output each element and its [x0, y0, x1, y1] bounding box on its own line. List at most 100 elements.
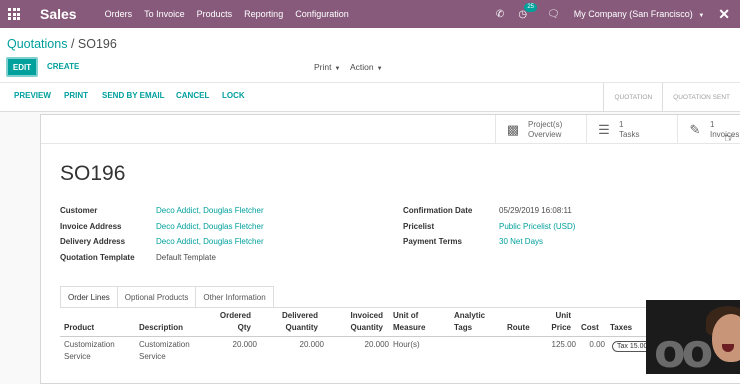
- activity-count-badge: 25: [524, 2, 537, 12]
- preview-button[interactable]: PREVIEW: [14, 91, 51, 100]
- presenter-face: [712, 314, 740, 362]
- tasks-button[interactable]: ☰ 1 Tasks: [586, 115, 677, 144]
- pencil-square-icon: ✎: [689, 121, 701, 137]
- close-icon[interactable]: ✕: [718, 6, 730, 23]
- row-cost[interactable]: 0.00: [581, 339, 605, 351]
- row-product-line1: Customization: [64, 340, 115, 349]
- app-name[interactable]: Sales: [40, 6, 77, 22]
- col-description[interactable]: Description: [139, 322, 183, 334]
- activity-icon[interactable]: ◷ 25: [518, 2, 537, 20]
- puzzle-icon: ▩: [506, 121, 520, 137]
- mouse-cursor-icon: ☞: [724, 131, 735, 145]
- row-uom[interactable]: Hour(s): [393, 339, 420, 351]
- col-ordered-qty-line1: Ordered: [219, 311, 251, 320]
- tab-order-lines[interactable]: Order Lines: [60, 286, 118, 307]
- row-description-line1: Customization: [139, 340, 190, 349]
- row-product[interactable]: Customization Service: [64, 339, 115, 363]
- project-label: Project(s): [528, 119, 563, 129]
- row-unit-price[interactable]: 125.00: [541, 339, 576, 351]
- menu-configuration[interactable]: Configuration: [295, 9, 349, 19]
- menu-products[interactable]: Products: [197, 9, 233, 19]
- top-navbar: Sales Orders To Invoice Products Reporti…: [0, 0, 740, 28]
- col-invoiced-qty-line1: Invoiced: [350, 311, 383, 320]
- row-invoiced-qty[interactable]: 20.000: [338, 339, 389, 351]
- stage-quotation-sent[interactable]: QUOTATION SENT: [662, 83, 740, 111]
- row-delivered-qty[interactable]: 20.000: [273, 339, 324, 351]
- form-sheet: ▩ Project(s) Overview ☰ 1 Tasks ✎ 1 Invoice…: [40, 114, 740, 384]
- col-ordered-qty[interactable]: Ordered Qty: [211, 310, 251, 334]
- col-invoiced-qty-line2: Quantity: [350, 323, 383, 332]
- webcam-logo: oo: [654, 324, 713, 374]
- tab-other-information[interactable]: Other Information: [196, 286, 274, 307]
- row-ordered-qty[interactable]: 20.000: [211, 339, 257, 351]
- col-analytic-line2: Tags: [454, 323, 473, 332]
- apps-menu-icon[interactable]: [0, 0, 28, 28]
- chevron-down-icon: ▼: [376, 66, 383, 72]
- col-analytic-tags[interactable]: Analytic Tags: [454, 310, 485, 334]
- col-route[interactable]: Route: [507, 322, 530, 334]
- stage-quotation[interactable]: QUOTATION: [603, 83, 662, 111]
- smart-button-box: ▩ Project(s) Overview ☰ 1 Tasks ✎ 1 Invoice…: [41, 115, 740, 144]
- payment-terms-label: Payment Terms: [403, 237, 462, 246]
- col-uom[interactable]: Unit of Measure: [393, 310, 425, 334]
- tab-optional-products[interactable]: Optional Products: [117, 286, 197, 307]
- breadcrumb-quotations[interactable]: Quotations: [7, 37, 67, 51]
- col-product[interactable]: Product: [64, 322, 94, 334]
- confirmation-date-value: 05/29/2019 16:08:11: [499, 206, 572, 215]
- delivery-address-link[interactable]: Deco Addict, Douglas Fletcher: [156, 237, 264, 246]
- action-label: Action: [350, 62, 374, 72]
- col-delivered-qty-line2: Quantity: [285, 323, 318, 332]
- chat-icon[interactable]: 🗨: [547, 9, 560, 20]
- menu-reporting[interactable]: Reporting: [244, 9, 283, 19]
- pricelist-link[interactable]: Public Pricelist (USD): [499, 222, 575, 231]
- order-title: SO196: [60, 162, 126, 185]
- tasks-label: Tasks: [619, 129, 640, 139]
- send-by-email-button[interactable]: SEND BY EMAIL: [102, 91, 165, 100]
- breadcrumb-separator: /: [70, 37, 75, 51]
- create-button[interactable]: CREATE: [47, 62, 79, 71]
- col-analytic-line1: Analytic: [454, 311, 486, 320]
- tasks-count: 1: [619, 119, 624, 129]
- print-label: Print: [314, 62, 332, 72]
- col-ordered-qty-line2: Qty: [237, 323, 251, 332]
- print-dropdown[interactable]: Print ▼: [314, 62, 340, 72]
- invoice-address-label: Invoice Address: [60, 222, 122, 231]
- lock-button[interactable]: LOCK: [222, 91, 245, 100]
- notebook-tabs: Order Lines Optional Products Other Info…: [60, 286, 274, 307]
- quotation-template-label: Quotation Template: [60, 253, 135, 262]
- col-uom-line1: Unit of: [393, 311, 419, 320]
- print-button[interactable]: PRINT: [64, 91, 88, 100]
- col-unit-price-line1: Unit: [555, 311, 571, 320]
- col-uom-line2: Measure: [393, 323, 426, 332]
- webcam-overlay: oo: [646, 300, 740, 374]
- col-cost[interactable]: Cost: [581, 322, 599, 334]
- cancel-button[interactable]: CANCEL: [176, 91, 209, 100]
- menu-to-invoice[interactable]: To Invoice: [144, 9, 185, 19]
- action-dropdown[interactable]: Action ▼: [350, 62, 383, 72]
- col-delivered-qty[interactable]: Delivered Quantity: [273, 310, 318, 334]
- payment-terms-link[interactable]: 30 Net Days: [499, 237, 543, 246]
- row-product-line2: Service: [64, 352, 91, 361]
- phone-icon[interactable]: ✆: [496, 9, 504, 20]
- row-description-line2: Service: [139, 352, 166, 361]
- invoice-address-link[interactable]: Deco Addict, Douglas Fletcher: [156, 222, 264, 231]
- col-taxes[interactable]: Taxes: [610, 322, 632, 334]
- row-description[interactable]: Customization Service: [139, 339, 190, 363]
- customer-link[interactable]: Deco Addict, Douglas Fletcher: [156, 206, 264, 215]
- menu-orders[interactable]: Orders: [105, 9, 133, 19]
- breadcrumb: Quotations / SO196: [7, 37, 117, 51]
- company-name: My Company (San Francisco): [573, 9, 693, 19]
- company-switcher[interactable]: My Company (San Francisco) ▼: [574, 9, 705, 19]
- pricelist-label: Pricelist: [403, 222, 435, 231]
- col-unit-price[interactable]: Unit Price: [541, 310, 571, 334]
- col-invoiced-qty[interactable]: Invoiced Quantity: [338, 310, 383, 334]
- delivery-address-label: Delivery Address: [60, 237, 126, 246]
- invoices-count: 1: [710, 119, 715, 129]
- col-unit-price-line2: Price: [551, 323, 571, 332]
- overview-label: Overview: [528, 129, 562, 139]
- confirmation-date-label: Confirmation Date: [403, 206, 473, 215]
- edit-button[interactable]: EDIT: [6, 57, 38, 77]
- project-overview-button[interactable]: ▩ Project(s) Overview: [495, 115, 586, 144]
- tasks-icon: ☰: [598, 121, 610, 137]
- control-panel: Quotations / SO196 EDIT CREATE Print ▼ Ac…: [0, 28, 740, 112]
